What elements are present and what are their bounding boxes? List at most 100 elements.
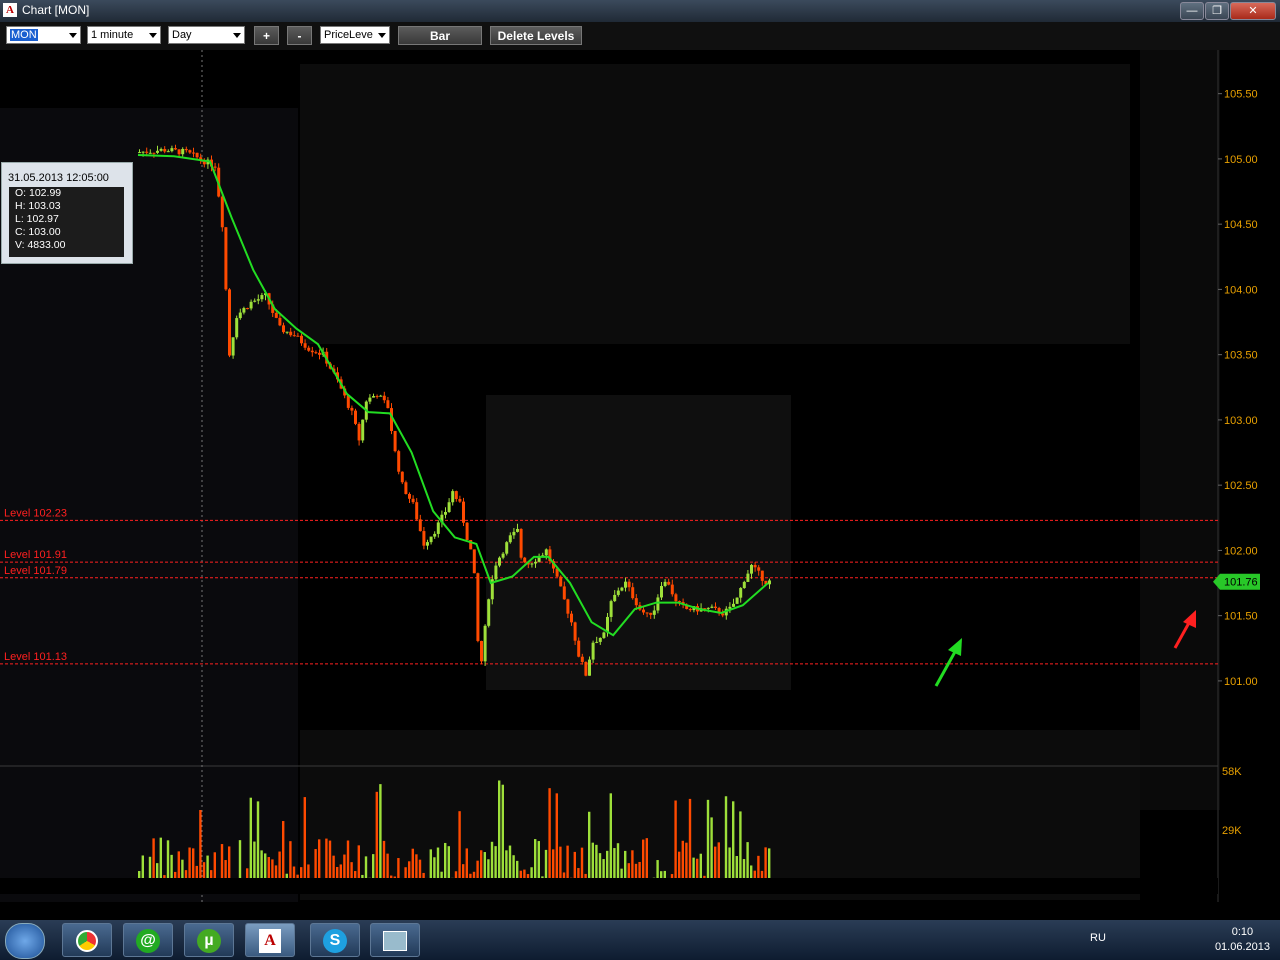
chevron-down-icon — [149, 33, 157, 38]
candle-body — [303, 343, 307, 348]
candle-body — [260, 295, 264, 300]
ohlc-tooltip: 31.05.2013 12:05:00 O: 102.99 H: 103.03 … — [1, 162, 133, 264]
candle-body — [566, 599, 570, 614]
candle-body — [505, 542, 509, 554]
utorrent-icon[interactable]: µ — [184, 923, 234, 957]
volume-tick-label: 58K — [1222, 766, 1242, 778]
tooltip-values: O: 102.99 H: 103.03 L: 102.97 C: 103.00 … — [9, 187, 124, 257]
price-tick-label: 104.00 — [1224, 284, 1258, 296]
candle-body — [361, 419, 365, 441]
level-label: Level 101.79 — [4, 565, 67, 577]
volume-bar — [282, 821, 285, 888]
price-tick-label: 105.50 — [1224, 89, 1258, 101]
candle-body — [163, 148, 167, 152]
candle-body — [598, 637, 602, 642]
level-label: Level 101.91 — [4, 549, 67, 561]
candle-body — [422, 531, 426, 546]
price-tick-label: 101.00 — [1224, 676, 1258, 688]
candle-body — [400, 471, 404, 483]
time-axis-bg — [0, 878, 1218, 894]
clock-time: 0:10 — [1231, 926, 1254, 938]
delete-levels-button[interactable]: Delete Levels — [490, 26, 582, 45]
candle-body — [559, 576, 563, 587]
windows-start-icon[interactable] — [5, 923, 45, 959]
candle-body — [375, 396, 379, 398]
candle-body — [624, 581, 627, 588]
language-indicator[interactable]: RU — [1090, 932, 1106, 944]
app-icon: A — [3, 3, 17, 17]
zoom-out-button[interactable]: - — [287, 26, 312, 45]
candle-body — [314, 352, 318, 354]
trading-app-icon[interactable]: A — [245, 923, 295, 957]
tooltip-low: L: 102.97 — [15, 213, 59, 225]
candle-body — [382, 395, 386, 401]
volume-bar — [609, 793, 612, 888]
window-icon[interactable] — [370, 923, 420, 957]
skype-icon[interactable]: S — [310, 923, 360, 957]
candle-body — [746, 573, 750, 582]
candle-body — [368, 397, 372, 402]
candle-body — [447, 502, 451, 513]
candle-body — [512, 531, 516, 536]
candle-body — [739, 588, 743, 598]
price-tick-label: 101.50 — [1224, 611, 1258, 623]
chrome-icon[interactable] — [62, 923, 112, 957]
candle-body — [357, 423, 361, 441]
candle-body — [249, 301, 253, 309]
price-tick-label: 102.00 — [1224, 545, 1258, 557]
mode-select[interactable]: PriceLeve — [320, 26, 390, 44]
price-tick-label: 105.00 — [1224, 154, 1258, 166]
candle-body — [152, 152, 156, 154]
interval-select[interactable]: 1 minute — [87, 26, 161, 44]
close-button[interactable]: ✕ — [1230, 2, 1276, 20]
chart-canvas[interactable]: Level 102.23 Level 101.91 Level 101.79 Leve… — [0, 50, 1280, 918]
symbol-input[interactable]: MON — [6, 26, 81, 44]
candle-body — [444, 512, 447, 515]
price-tick-label: 103.00 — [1224, 415, 1258, 427]
maximize-button[interactable]: ❐ — [1205, 2, 1229, 20]
candle-body — [379, 395, 383, 397]
candle-body — [645, 612, 649, 614]
candle-body — [166, 151, 170, 153]
candle-body — [584, 661, 588, 676]
candle-body — [732, 603, 735, 607]
candle-body — [220, 196, 224, 228]
candle-body — [501, 553, 505, 558]
candle-body — [742, 581, 746, 589]
volume-bar — [739, 811, 742, 888]
minimize-button[interactable]: — — [1180, 2, 1204, 20]
volume-bar — [555, 793, 558, 888]
candle-body — [706, 607, 710, 609]
price-chart[interactable]: Level 102.23 Level 101.91 Level 101.79 Leve… — [0, 50, 1280, 918]
system-clock[interactable]: 0:10 01.06.2013 — [1215, 925, 1270, 955]
candle-body — [573, 622, 577, 641]
window-titlebar: A Chart [MON] — ❐ ✕ — [0, 0, 1280, 22]
candle-body — [530, 563, 534, 565]
candle-body — [595, 641, 599, 643]
window-title: Chart [MON] — [22, 3, 90, 17]
candle-body — [282, 325, 285, 333]
tooltip-high: H: 103.03 — [15, 200, 61, 212]
candle-body — [451, 491, 455, 503]
candle-body — [472, 549, 476, 574]
candle-body — [667, 581, 671, 585]
volume-bar — [303, 797, 306, 888]
volume-bar — [375, 791, 378, 888]
candle-body — [246, 308, 249, 310]
candle-body — [631, 587, 635, 599]
bar-button[interactable]: Bar — [398, 26, 482, 45]
candle-body — [627, 581, 631, 588]
mail-at-icon[interactable]: @ — [123, 923, 173, 957]
candle-body — [242, 308, 246, 313]
candle-body — [278, 317, 282, 326]
candle-body — [238, 312, 242, 319]
candle-body — [228, 289, 231, 356]
candle-body — [195, 152, 199, 158]
zoom-in-button[interactable]: + — [254, 26, 279, 45]
candle-body — [458, 498, 462, 502]
candle-body — [735, 597, 739, 604]
candle-body — [159, 148, 163, 151]
volume-bar — [256, 801, 260, 888]
candle-body — [411, 498, 415, 503]
period-select[interactable]: Day — [168, 26, 245, 44]
